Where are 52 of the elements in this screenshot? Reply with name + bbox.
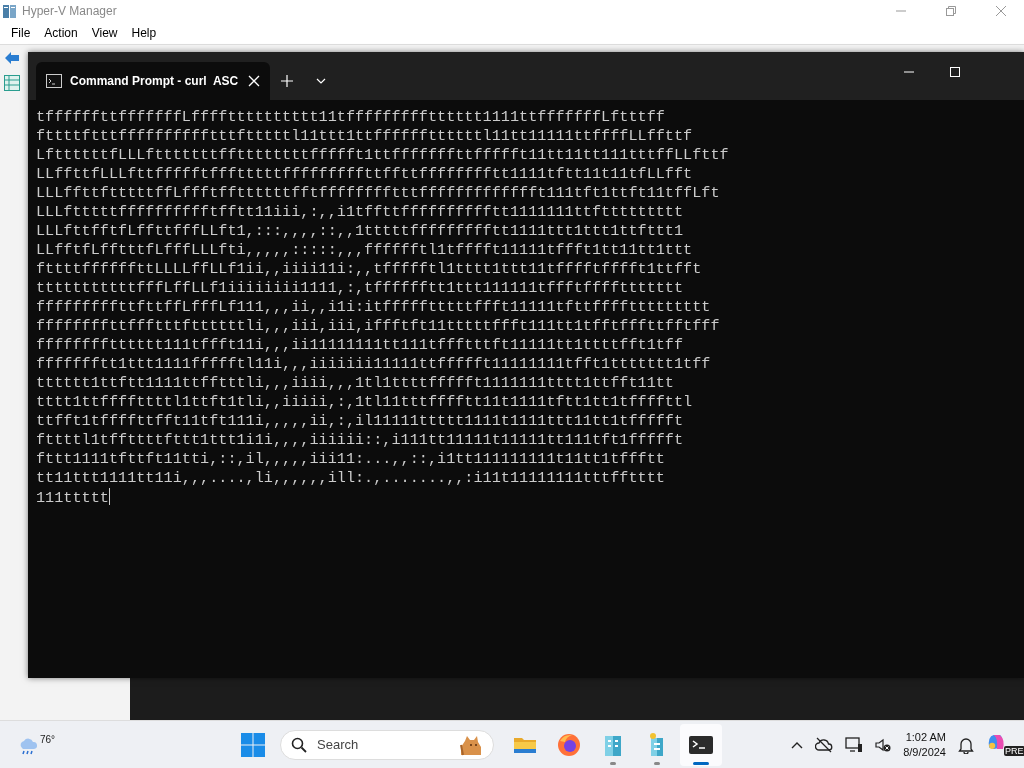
- console-text: ffffffffttffftttfttttttli,,,iii,iii,iffftft11tttttffft111tt1tfftfffttfftfff: [36, 317, 720, 336]
- console-text: tttt1ttffffttttl1ttft1tli,,iiiii,:,1tl11tttfffftt11t1111tftt1tt1tffffttl: [36, 393, 693, 412]
- grid-icon[interactable]: [4, 75, 20, 91]
- start-icon[interactable]: [240, 731, 266, 758]
- window-title: Hyper-V Manager: [22, 4, 118, 18]
- search-field[interactable]: Search: [315, 736, 449, 753]
- restore-icon: [946, 6, 956, 16]
- browser-icon[interactable]: [556, 731, 582, 758]
- close-icon: [996, 6, 1006, 16]
- speaker-muted-icon[interactable]: [875, 736, 892, 753]
- console-text: fttttftttfffffffffftttftttttl11ttt1ttffffffttttttl11tt11111ttffffLLffttf: [36, 127, 693, 146]
- console-text: fffffffffttfttffLfffLf111,,,ii,,i1i:itffffftttttffft11111tfttffffttttttttt: [36, 298, 711, 317]
- search-icon: [291, 736, 307, 753]
- taskbar-button[interactable]: [680, 723, 722, 766]
- bell-icon[interactable]: [958, 735, 974, 754]
- chevron-down-icon: [316, 78, 326, 84]
- console-text: LLfftfLfftttfLfffLLLfti,,,,,:::::,,,fffffftl1tfffft11111tffft1tt11tt1ttt: [36, 241, 693, 260]
- back-arrow-icon[interactable]: [4, 51, 20, 65]
- close-icon[interactable]: [248, 75, 260, 87]
- chevron-up-icon[interactable]: [791, 740, 804, 749]
- maximize-icon: [950, 67, 960, 77]
- console-text: LLLffttftttttffLffftffttttttfftfffffffftttffffffffffffft111tft1ttft11tffLft: [36, 184, 720, 203]
- console-text: 111ttttt: [36, 488, 110, 508]
- menu-item[interactable]: Action: [37, 26, 85, 40]
- menu-item[interactable]: File: [4, 26, 38, 40]
- console-text: ffffffftt1ttt1111ffffftl11i,,,iiiiiii11111ttffffft11111111tfft1ttttttt1tff: [36, 355, 711, 374]
- console-text: ttfft1tffffttfft11tft111i,,,,,ii,:,il11111ttttt1111t1111ttt11tt1tffffft: [36, 412, 684, 431]
- network-icon[interactable]: [845, 736, 864, 753]
- console-text: tt11ttt1111tt11i,,,....,li,,,,,,ill:.,.......,,:i11t11111111tttfftttt: [36, 469, 665, 488]
- plus-icon: [281, 75, 293, 87]
- console-text: fttttl1tffttttfttt1ttt1i1i,,,,iiiiii::,i111tt11111t11111tt111tft1ffffft: [36, 431, 684, 450]
- console-text: fffffffftttttt111tffft11i,,,ii11111111tt111tffftttft11111tt1ttttfft1tff: [36, 336, 684, 355]
- search-box[interactable]: Search: [280, 729, 494, 760]
- console-text: LfttttttfLLLftttttttffttttttttffffft1ttfffffffttffffft11tt11tt111tttffLLfttf: [36, 146, 729, 165]
- console-text: tttttttttttfffLffLLf1iiiiiiii1111,:,tfffffftt1ttt111111tffftffffttttttt: [36, 279, 684, 298]
- console-text: LLffttfLLLfttffffftffftttttfffffffffttffttfffffffftt1111tftt11t11tfLLfft: [36, 165, 693, 184]
- command-prompt-icon: [46, 74, 62, 88]
- cloud-off-icon[interactable]: [815, 736, 834, 753]
- console-text: tttttt1ttftt1111ttfftttli,,,iiii,,,1tl1ttttffffft1111111tttt1ttfft11tt: [36, 374, 674, 393]
- console-text: fttt1111tfttft11tti,::,il,,,,,iii11:...,,::,i1tt111111111t11tt1tffftt: [36, 450, 665, 469]
- clock-time[interactable]: 1:02 AM: [905, 729, 946, 745]
- preview-badge: PRE: [1004, 745, 1024, 756]
- temperature-text: 76°: [40, 733, 56, 745]
- menu-item[interactable]: View: [84, 26, 125, 40]
- text-cursor: [108, 488, 110, 505]
- console-text: fttttffffffttLLLLffLLf1ii,,iiii11i:,,tffffftl1tttt1ttt11tfffftfffft1ttfft: [36, 260, 702, 279]
- menu-item[interactable]: Help: [124, 26, 164, 40]
- console-text: LLLftttttfffffffffftfftt11iii,:,,i1tffttfffffffffftt1111111ttfttttttttt: [36, 203, 684, 222]
- console-text: LLLfttfftfLffttfffLLft1,:::,,,,::,,1tttttffffffffftt1111ttt1ttt1ttfttt1: [36, 222, 684, 241]
- console-text: tffffffttfffffffLfffftttttttttt11tffffffffftttttt1111ttfffffffLftttff: [36, 108, 665, 127]
- terminal-tab[interactable]: Command Prompt - curl ASC: [36, 62, 270, 100]
- clock-date[interactable]: 8/9/2024: [903, 744, 946, 760]
